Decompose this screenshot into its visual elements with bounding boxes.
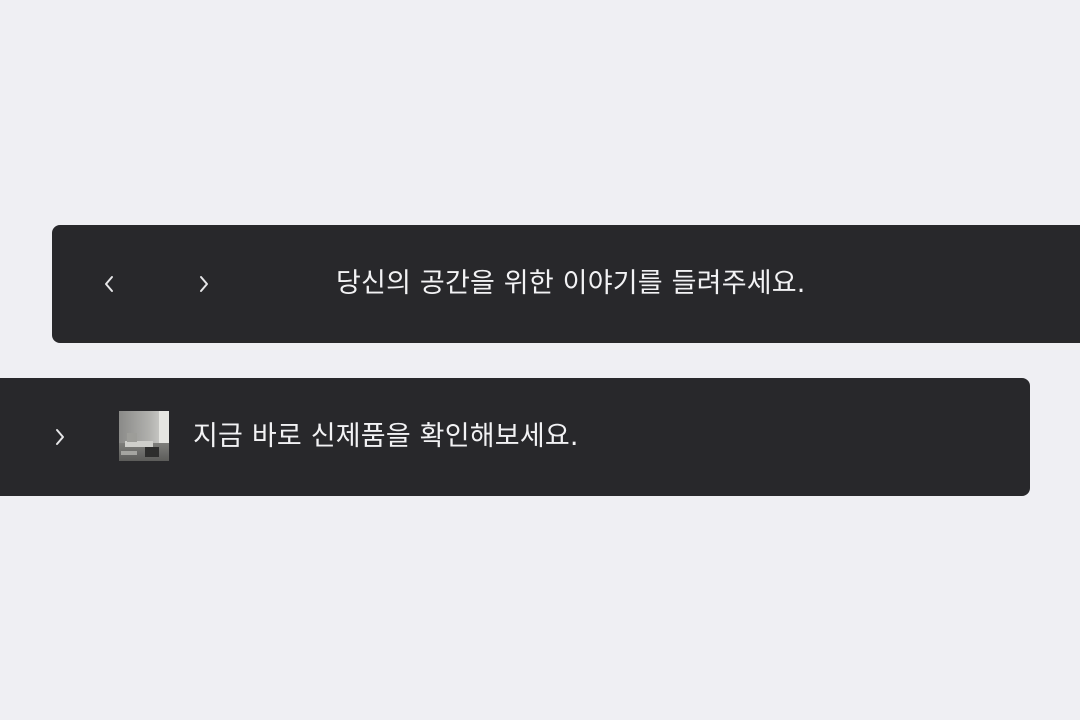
banner-message[interactable]: 지금 바로 신제품을 확인해보세요.: [193, 419, 579, 455]
product-thumbnail[interactable]: [119, 411, 169, 461]
chevron-left-icon: [105, 276, 113, 292]
story-banner: 당신의 공간을 위한 이야기를 들려주세요.: [52, 225, 1080, 343]
product-image: [119, 411, 169, 461]
next-button[interactable]: [42, 419, 78, 455]
chevron-right-icon: [200, 276, 208, 292]
banner-message[interactable]: 당신의 공간을 위한 이야기를 들려주세요.: [336, 266, 806, 302]
chevron-right-icon: [56, 429, 64, 445]
prev-button[interactable]: [91, 266, 127, 302]
next-button[interactable]: [186, 266, 222, 302]
new-product-banner: 지금 바로 신제품을 확인해보세요.: [0, 378, 1030, 496]
